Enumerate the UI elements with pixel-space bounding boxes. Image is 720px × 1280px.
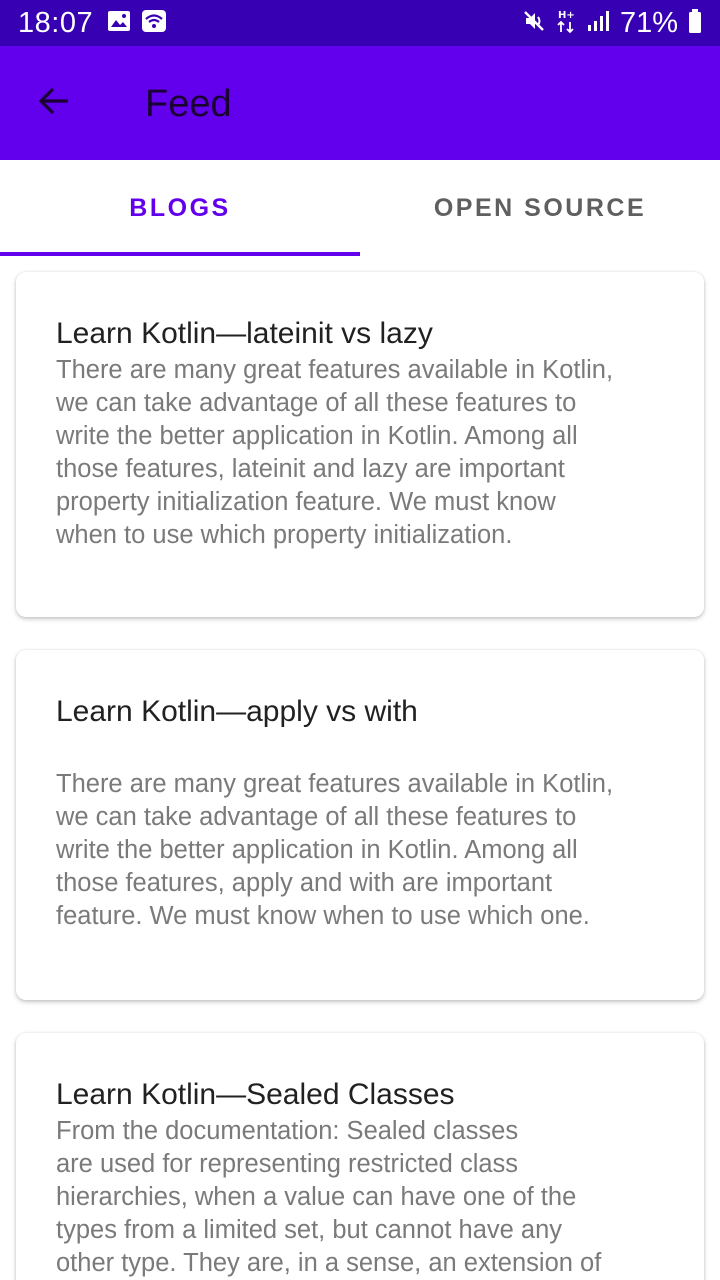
arrow-back-icon [36, 83, 72, 124]
post-body: There are many great features available … [56, 770, 614, 930]
post-card[interactable]: Learn Kotlin—lateinit vs lazy There are … [16, 272, 704, 617]
image-icon [107, 10, 131, 37]
post-card[interactable]: Learn Kotlin—apply vs with There are man… [16, 650, 704, 1000]
status-left-icons [107, 9, 167, 38]
post-title: Learn Kotlin—Sealed Classes [56, 1078, 455, 1111]
data-transfer-icon: H+ [556, 8, 576, 39]
post-title: Learn Kotlin—lateinit vs lazy [56, 317, 433, 350]
page-title: Feed [145, 83, 232, 125]
mute-icon [522, 9, 546, 38]
tab-bar: BLOGS OPEN SOURCE [0, 160, 720, 256]
status-right-icons: H+ 71% [522, 7, 702, 40]
post-body: From the documentation: Sealed classes a… [56, 1117, 602, 1277]
status-time: 18:07 [18, 6, 94, 39]
battery-percent: 71% [619, 6, 678, 39]
feed-list[interactable]: Learn Kotlin—lateinit vs lazy There are … [0, 256, 720, 1280]
back-button[interactable] [30, 79, 78, 127]
wifi-icon [141, 9, 167, 38]
app-bar: Feed [0, 46, 720, 160]
post-title: Learn Kotlin—apply vs with [56, 695, 418, 728]
tab-open-source[interactable]: OPEN SOURCE [360, 160, 720, 256]
post-body: There are many great features available … [56, 356, 614, 549]
status-bar: 18:07 H+ 71% [0, 0, 720, 46]
post-card[interactable]: Learn Kotlin—Sealed Classes From the doc… [16, 1033, 704, 1280]
battery-icon [688, 8, 702, 39]
signal-icon [586, 9, 610, 38]
svg-text:H+: H+ [558, 10, 575, 21]
tab-blogs[interactable]: BLOGS [0, 160, 360, 256]
